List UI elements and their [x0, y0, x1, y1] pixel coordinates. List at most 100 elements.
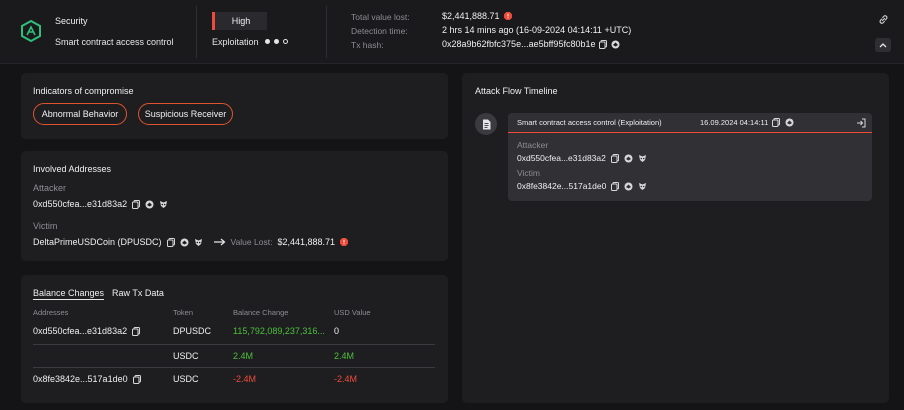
- timeline-title: Attack Flow Timeline: [475, 86, 558, 96]
- event-attacker-label: Attacker: [517, 140, 549, 150]
- col-header-addresses: Addresses: [33, 308, 69, 317]
- row-balance-change: 115,792,089,237,316...: [233, 326, 325, 336]
- detection-time: 2 hrs 14 mins ago (16-09-2024 04:14:11 +…: [442, 25, 632, 35]
- col-header-balance-change: Balance Change: [233, 308, 289, 317]
- debug-icon[interactable]: [194, 238, 203, 247]
- alert-icon: [503, 12, 512, 20]
- timeline-panel: Attack Flow Timeline Smart contract acce…: [462, 73, 889, 403]
- stage-indicator: [265, 39, 288, 44]
- tx-hash-row: 0x28a9b62fbfc375e...ae5bff95fc80b1e: [442, 39, 620, 49]
- header-divider: [196, 6, 197, 58]
- explorer-icon[interactable]: [624, 182, 633, 191]
- explorer-icon[interactable]: [145, 200, 154, 209]
- row-token: DPUSDC: [173, 326, 212, 336]
- row-usd-value: 0: [334, 326, 340, 336]
- document-icon: [482, 119, 491, 130]
- severity-label: High: [231, 16, 251, 26]
- victim-row: DeltaPrimeUSDCoin (DPUSDC) Value Lost: $…: [33, 237, 348, 247]
- table-row: USDC 2.4M 2.4M: [33, 351, 435, 367]
- tab-label: Balance Changes: [33, 288, 105, 300]
- explorer-icon[interactable]: [624, 154, 633, 163]
- row-balance-change: 2.4M: [233, 351, 254, 361]
- copy-icon[interactable]: [611, 181, 620, 191]
- indicator-tag-label: Suspicious Receiver: [144, 109, 227, 119]
- total-value-lost-value: $2,441,888.71: [442, 11, 512, 21]
- event-victim-label: Victim: [517, 168, 540, 178]
- address-text[interactable]: 0x8fe3842e...517a1de0: [33, 374, 128, 384]
- debug-icon[interactable]: [638, 182, 647, 191]
- tx-hash: 0x28a9b62fbfc375e...ae5bff95fc80b1e: [442, 39, 596, 49]
- involved-title: Involved Addresses: [33, 164, 112, 174]
- victim-label: Victim: [33, 221, 58, 231]
- attacker-label: Attacker: [33, 183, 67, 193]
- header-divider: [326, 6, 327, 58]
- stage-dot-empty: [283, 39, 288, 44]
- event-attacker-row: 0xd550cfea...e31d83a2: [517, 153, 647, 163]
- event-victim-address[interactable]: 0x8fe3842e...517a1de0: [517, 181, 606, 191]
- copy-icon[interactable]: [166, 237, 175, 247]
- indicators-panel: Indicators of compromise Abnormal Behavi…: [21, 73, 448, 139]
- event-time: 16.09.2024 04:14:11: [700, 118, 769, 127]
- chevron-up-icon: [879, 42, 887, 48]
- value-lost: $2,441,888.71: [277, 237, 335, 247]
- copy-icon[interactable]: [610, 153, 619, 163]
- row-token: USDC: [173, 351, 199, 361]
- attacker-row: 0xd550cfea...e31d83a2: [33, 199, 168, 209]
- col-header-usd-value: USD Value: [334, 308, 371, 317]
- copy-icon[interactable]: [772, 118, 780, 127]
- tab-label: Raw Tx Data: [112, 288, 164, 298]
- category-logo-icon: [20, 20, 42, 42]
- balance-panel: Balance Changes Raw Tx Data Addresses To…: [21, 275, 448, 403]
- value-lost-label: Value Lost:: [230, 237, 273, 247]
- row-divider: [33, 367, 435, 368]
- tx-hash-label: Tx hash:: [351, 40, 384, 50]
- tab-balance-changes[interactable]: Balance Changes: [33, 288, 105, 300]
- copy-icon[interactable]: [599, 39, 608, 49]
- attacker-address[interactable]: 0xd550cfea...e31d83a2: [33, 199, 127, 209]
- tab-raw-tx-data[interactable]: Raw Tx Data: [112, 288, 164, 298]
- timeline-node: [475, 113, 497, 135]
- row-token: USDC: [173, 374, 199, 384]
- stage-label: Exploitation: [212, 37, 259, 47]
- row-address: 0xd550cfea...e31d83a2: [33, 326, 141, 336]
- category-subtitle: Smart contract access control: [55, 37, 174, 47]
- event-attacker-address[interactable]: 0xd550cfea...e31d83a2: [517, 153, 606, 163]
- table-row: 0xd550cfea...e31d83a2 DPUSDC 115,792,089…: [33, 326, 435, 342]
- row-address: 0x8fe3842e...517a1de0: [33, 374, 141, 384]
- link-icon[interactable]: [876, 12, 890, 26]
- debug-icon[interactable]: [159, 200, 168, 209]
- copy-icon[interactable]: [132, 326, 141, 336]
- explorer-icon[interactable]: [611, 40, 620, 49]
- category-title: Security: [55, 16, 88, 26]
- indicator-tag[interactable]: Abnormal Behavior: [33, 103, 127, 125]
- address-text[interactable]: 0xd550cfea...e31d83a2: [33, 326, 127, 336]
- open-icon[interactable]: [856, 118, 866, 128]
- copy-icon[interactable]: [132, 199, 141, 209]
- event-victim-row: 0x8fe3842e...517a1de0: [517, 181, 647, 191]
- table-row: 0x8fe3842e...517a1de0 USDC -2.4M -2.4M: [33, 374, 435, 390]
- debug-icon[interactable]: [638, 154, 647, 163]
- collapse-button[interactable]: [875, 38, 891, 52]
- stage-dot-filled: [274, 39, 279, 44]
- detection-time-label: Detection time:: [351, 26, 408, 36]
- total-value-lost: $2,441,888.71: [442, 11, 500, 21]
- indicator-tag-label: Abnormal Behavior: [41, 109, 119, 119]
- victim-name[interactable]: DeltaPrimeUSDCoin (DPUSDC): [33, 237, 162, 247]
- indicator-tag[interactable]: Suspicious Receiver: [138, 103, 233, 125]
- row-balance-change: -2.4M: [233, 374, 257, 384]
- copy-icon[interactable]: [132, 374, 141, 384]
- col-header-token: Token: [173, 308, 194, 317]
- involved-addresses-panel: Involved Addresses Attacker 0xd550cfea..…: [21, 151, 448, 261]
- row-usd-value: -2.4M: [334, 374, 358, 384]
- total-value-lost-label: Total value lost:: [351, 12, 410, 22]
- indicators-title: Indicators of compromise: [33, 86, 134, 96]
- explorer-icon[interactable]: [180, 238, 189, 247]
- stage-dot-filled: [265, 39, 270, 44]
- row-usd-value: 2.4M: [334, 351, 355, 361]
- alert-icon: [340, 238, 348, 246]
- row-divider: [33, 344, 435, 345]
- timeline-event-card[interactable]: Smart contract access control (Exploitat…: [508, 113, 872, 201]
- explorer-icon[interactable]: [785, 118, 794, 127]
- event-title: Smart contract access control (Exploitat…: [517, 118, 662, 127]
- arrow-right-icon: [213, 238, 226, 246]
